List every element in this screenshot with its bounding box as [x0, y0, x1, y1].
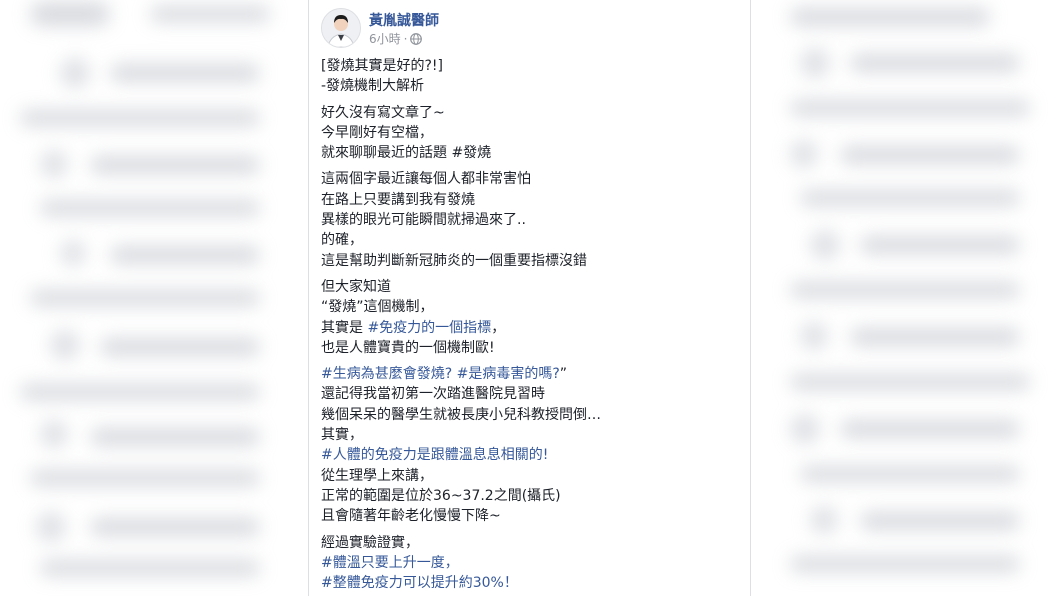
post-line: #體溫只要上升一度，: [321, 553, 741, 573]
post-line: 的確，: [321, 230, 741, 250]
timestamp[interactable]: 6小時: [369, 30, 401, 47]
post-text-segment: 今早剛好有空檔，: [321, 124, 433, 141]
post-text-segment: ，: [491, 319, 506, 336]
post-text-segment: 的確，: [321, 232, 363, 249]
post-text-segment: 在路上只要講到我有發燒: [321, 191, 475, 208]
post-text: [發燒其實是好的?!] -發燒機制大解析好久沒有寫文章了~ 今早剛好有空檔， 就來聊聊…: [321, 56, 741, 596]
post-line: 但大家知道: [321, 277, 741, 297]
post-text-segment: 正常的範圍是位於36~37.2之間(攝氏): [321, 487, 561, 504]
post-text-segment: 幾個呆呆的醫學生就被長庚小兒科教授問倒…: [321, 406, 601, 423]
avatar[interactable]: [321, 8, 361, 48]
post-paragraph: 但大家知道 “發燒”這個機制， 其實是 #免疫力的一個指標， 也是人體寶貴的一個機制歐…: [321, 277, 741, 358]
hashtag-link[interactable]: #人體的免疫力是跟體溫息息相關的!: [321, 447, 548, 463]
post-text-segment: 好久沒有寫文章了~: [321, 104, 445, 121]
post-line: 還記得我當初第一次踏進醫院見習時: [321, 384, 741, 404]
post-line: #整體免疫力可以提升約30%！: [321, 573, 741, 593]
post-text-segment: 其實，: [321, 427, 363, 444]
post-line: 今早剛好有空檔，: [321, 123, 741, 143]
post-text-segment: 也是人體寶貴的一個機制歐!: [321, 339, 495, 356]
post-line: 正常的範圍是位於36~37.2之間(攝氏): [321, 486, 741, 506]
post-line: 好久沒有寫文章了~: [321, 103, 741, 123]
post-line: [發燒其實是好的?!]: [321, 56, 741, 76]
post-text-segment: 還記得我當初第一次踏進醫院見習時: [321, 386, 545, 403]
post-paragraph: 這兩個字最近讓每個人都非常害怕 在路上只要講到我有發燒異樣的眼光可能瞬間就掃過來了…: [321, 169, 741, 270]
post-paragraph: [發燒其實是好的?!] -發燒機制大解析: [321, 56, 741, 97]
post-text-segment: 但大家知道: [321, 278, 391, 295]
post-line: 這兩個字最近讓每個人都非常害怕: [321, 169, 741, 189]
post-line: 幾個呆呆的醫學生就被長庚小兒科教授問倒…: [321, 405, 741, 425]
post-text-segment: 這是幫助判斷新冠肺炎的一個重要指標沒錯: [321, 252, 587, 269]
post-line: 也是人體寶貴的一個機制歐!: [321, 338, 741, 358]
post-text-segment: 從生理學上來講，: [321, 467, 433, 484]
meta-separator: ·: [403, 31, 408, 46]
post-paragraph: #生病為甚麼會發燒? #是病毒害的嗎?” 還記得我當初第一次踏進醫院見習時幾個呆呆…: [321, 364, 741, 526]
post-text-segment: 且會隨著年齡老化慢慢下降~: [321, 508, 501, 525]
post-line: #生病為甚麼會發燒? #是病毒害的嗎?”: [321, 364, 741, 384]
hashtag-link[interactable]: #整體免疫力可以提升約30%！: [321, 575, 518, 591]
post-text-segment: “發燒”這個機制，: [321, 299, 434, 316]
post-line: 經過實驗證實，: [321, 533, 741, 553]
author-name[interactable]: 黃胤誠醫師: [369, 10, 439, 30]
post-text-segment: 這兩個字最近讓每個人都非常害怕: [321, 171, 531, 188]
post-line: -發燒機制大解析: [321, 76, 741, 96]
post-text-segment: ”: [559, 366, 568, 383]
globe-icon: [410, 32, 423, 45]
post-meta: 6小時 ·: [369, 30, 423, 47]
post-paragraph: 好久沒有寫文章了~ 今早剛好有空檔， 就來聊聊最近的話題 #發燒: [321, 103, 741, 164]
post-text-segment: 異樣的眼光可能瞬間就掃過來了..: [321, 212, 526, 229]
post-text-segment: 經過實驗證實，: [321, 534, 419, 551]
hashtag-link[interactable]: #體溫只要上升一度，: [321, 555, 459, 571]
post-line: 從生理學上來講，: [321, 466, 741, 486]
post-line: #人體的免疫力是跟體溫息息相關的!: [321, 445, 741, 465]
post-card: 黃胤誠醫師 6小時 · [發燒其實是好的?!] -發燒機制大解析好久沒有寫文章了~…: [308, 0, 751, 596]
post-line: 其實是 #免疫力的一個指標，: [321, 318, 741, 338]
post-line: 在路上只要講到我有發燒: [321, 190, 741, 210]
post-text-segment: [發燒其實是好的?!]: [321, 58, 443, 74]
post-line: 異樣的眼光可能瞬間就掃過來了..: [321, 210, 741, 230]
post-line: 其實，: [321, 425, 741, 445]
hashtag-link[interactable]: #生病為甚麼會發燒? #是病毒害的嗎?: [321, 366, 560, 382]
post-text-segment: 就來聊聊最近的話題 #發燒: [321, 145, 492, 162]
post-line: 這是幫助判斷新冠肺炎的一個重要指標沒錯: [321, 251, 741, 271]
post-line: 且會隨著年齡老化慢慢下降~: [321, 506, 741, 526]
post-line: “發燒”這個機制，: [321, 297, 741, 317]
hashtag-link[interactable]: #免疫力的一個指標: [367, 320, 491, 336]
post-text-segment: -發燒機制大解析: [321, 78, 425, 95]
doctor-portrait-icon: [322, 9, 360, 47]
post-text-segment: 其實是: [321, 319, 368, 336]
post-line: 就來聊聊最近的話題 #發燒: [321, 143, 741, 163]
post-paragraph: 經過實驗證實， #體溫只要上升一度， #整體免疫力可以提升約30%！: [321, 533, 741, 594]
